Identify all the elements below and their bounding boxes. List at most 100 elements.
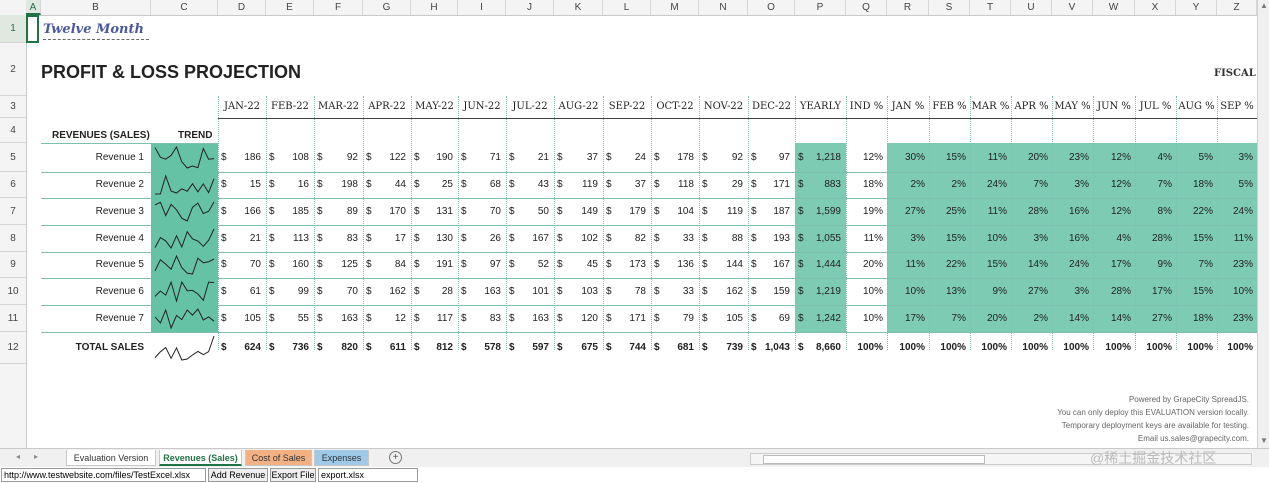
- percent-value: 15%: [1192, 286, 1213, 297]
- revenue-label: Revenue 2: [95, 179, 144, 190]
- column-header[interactable]: D: [218, 0, 266, 15]
- column-header[interactable]: H: [411, 0, 458, 15]
- column-divider: [363, 96, 364, 350]
- row-divider: [41, 172, 1257, 173]
- row-header[interactable]: 10: [0, 278, 26, 305]
- column-header[interactable]: O: [748, 0, 795, 15]
- month-value: 1,043: [764, 342, 790, 353]
- row-header[interactable]: 9: [0, 252, 26, 278]
- column-header[interactable]: I: [458, 0, 506, 15]
- percent-value: 14%: [1027, 259, 1048, 270]
- month-value: 82: [634, 233, 646, 244]
- month-value: 159: [773, 286, 790, 297]
- sheet-heading: PROFIT & LOSS PROJECTION: [41, 62, 302, 82]
- month-value: 178: [677, 152, 694, 163]
- row-header[interactable]: 1: [0, 15, 26, 43]
- column-header[interactable]: G: [363, 0, 411, 15]
- column-header[interactable]: X: [1135, 0, 1176, 15]
- yearly-value: 883: [824, 179, 841, 190]
- column-header[interactable]: C: [151, 0, 218, 15]
- scroll-up-icon[interactable]: ▲: [1260, 2, 1268, 10]
- month-value: 163: [484, 286, 501, 297]
- column-header[interactable]: L: [603, 0, 651, 15]
- row-header[interactable]: 5: [0, 143, 26, 172]
- watermark-line: Temporary deployment keys are available …: [1061, 421, 1249, 430]
- selected-cell[interactable]: [26, 15, 39, 43]
- column-header[interactable]: T: [970, 0, 1011, 15]
- watermark-line: You can only deploy this EVALUATION vers…: [1057, 408, 1249, 417]
- row-header[interactable]: 3: [0, 96, 26, 118]
- column-header[interactable]: P: [795, 0, 846, 15]
- column-header[interactable]: Q: [846, 0, 887, 15]
- percent-value: 25%: [945, 206, 966, 217]
- month-value: 193: [773, 233, 790, 244]
- month-value: 130: [436, 233, 453, 244]
- percent-value: 100%: [1022, 342, 1048, 353]
- tab-expenses[interactable]: Expenses: [314, 450, 369, 466]
- add-revenue-button[interactable]: Add Revenue: [208, 468, 268, 482]
- column-header[interactable]: W: [1093, 0, 1135, 15]
- row-header[interactable]: 6: [0, 172, 26, 198]
- month-value: 171: [773, 179, 790, 190]
- month-value: 163: [532, 313, 549, 324]
- column-divider: [1176, 96, 1177, 350]
- percent-header: MAY %: [1054, 101, 1091, 112]
- column-header[interactable]: U: [1011, 0, 1052, 15]
- percent-header: SEP %: [1220, 101, 1254, 112]
- yearly-header: YEARLY: [799, 101, 842, 112]
- row-header[interactable]: 2: [0, 43, 26, 96]
- month-value: 166: [244, 206, 261, 217]
- month-header: OCT-22: [656, 101, 694, 112]
- percent-value: 28%: [1027, 206, 1048, 217]
- column-header[interactable]: F: [314, 0, 363, 15]
- tab-cost-of-sales[interactable]: Cost of Sales: [245, 450, 312, 466]
- export-file-button[interactable]: Export File: [270, 468, 316, 482]
- percent-value: 11%: [905, 259, 925, 270]
- tab-nav-next-icon[interactable]: ▸: [34, 452, 38, 461]
- column-divider: [1011, 96, 1012, 350]
- column-header[interactable]: A: [26, 0, 41, 15]
- month-value: 70: [249, 259, 261, 270]
- column-header[interactable]: J: [506, 0, 554, 15]
- column-header[interactable]: V: [1052, 0, 1093, 15]
- column-header[interactable]: S: [929, 0, 970, 15]
- percent-value: 30%: [904, 152, 925, 163]
- horizontal-scroll-thumb[interactable]: [763, 455, 985, 464]
- row-header[interactable]: 11: [0, 305, 26, 332]
- column-header[interactable]: M: [651, 0, 699, 15]
- column-divider: [699, 96, 700, 350]
- column-header[interactable]: Y: [1176, 0, 1217, 15]
- column-header[interactable]: R: [887, 0, 929, 15]
- month-value: 125: [341, 259, 358, 270]
- percent-value: 100%: [940, 342, 966, 353]
- column-header[interactable]: E: [266, 0, 314, 15]
- column-divider: [506, 96, 507, 350]
- column-header[interactable]: N: [699, 0, 748, 15]
- yearly-value: 1,218: [815, 152, 841, 163]
- column-divider: [266, 96, 267, 350]
- row-header[interactable]: 8: [0, 225, 26, 252]
- spreadsheet-grid[interactable]: ABCDEFGHIJKLMNOPQRSTUVWXYZ 1 2 3 4 5 6 7 8 9 10 11…: [0, 0, 1257, 448]
- tab-revenues-sales[interactable]: Revenues (Sales): [159, 450, 242, 466]
- scroll-down-icon[interactable]: ▼: [1260, 437, 1268, 445]
- month-value: 97: [489, 259, 501, 270]
- percent-value: 15%: [945, 152, 966, 163]
- column-header[interactable]: K: [554, 0, 603, 15]
- column-header[interactable]: Z: [1217, 0, 1257, 15]
- trend-header: TREND: [178, 130, 213, 141]
- row-header[interactable]: 7: [0, 198, 26, 225]
- row-header[interactable]: 12: [0, 332, 26, 364]
- export-filename-input[interactable]: [318, 468, 418, 482]
- row-header[interactable]: 4: [0, 118, 26, 143]
- plus-circle-icon[interactable]: +: [389, 451, 402, 464]
- url-input[interactable]: [1, 468, 206, 482]
- vertical-scrollbar[interactable]: ▲ ▼: [1257, 0, 1269, 448]
- percent-value: 14%: [1110, 313, 1131, 324]
- month-value: 136: [677, 259, 694, 270]
- column-header[interactable]: B: [41, 0, 151, 15]
- tab-nav-prev-icon[interactable]: ◂: [16, 452, 20, 461]
- percent-value: 8%: [1157, 206, 1172, 217]
- percent-value: 17%: [1151, 286, 1172, 297]
- tab-evaluation-version[interactable]: Evaluation Version: [66, 450, 156, 466]
- row-divider: [41, 278, 1257, 279]
